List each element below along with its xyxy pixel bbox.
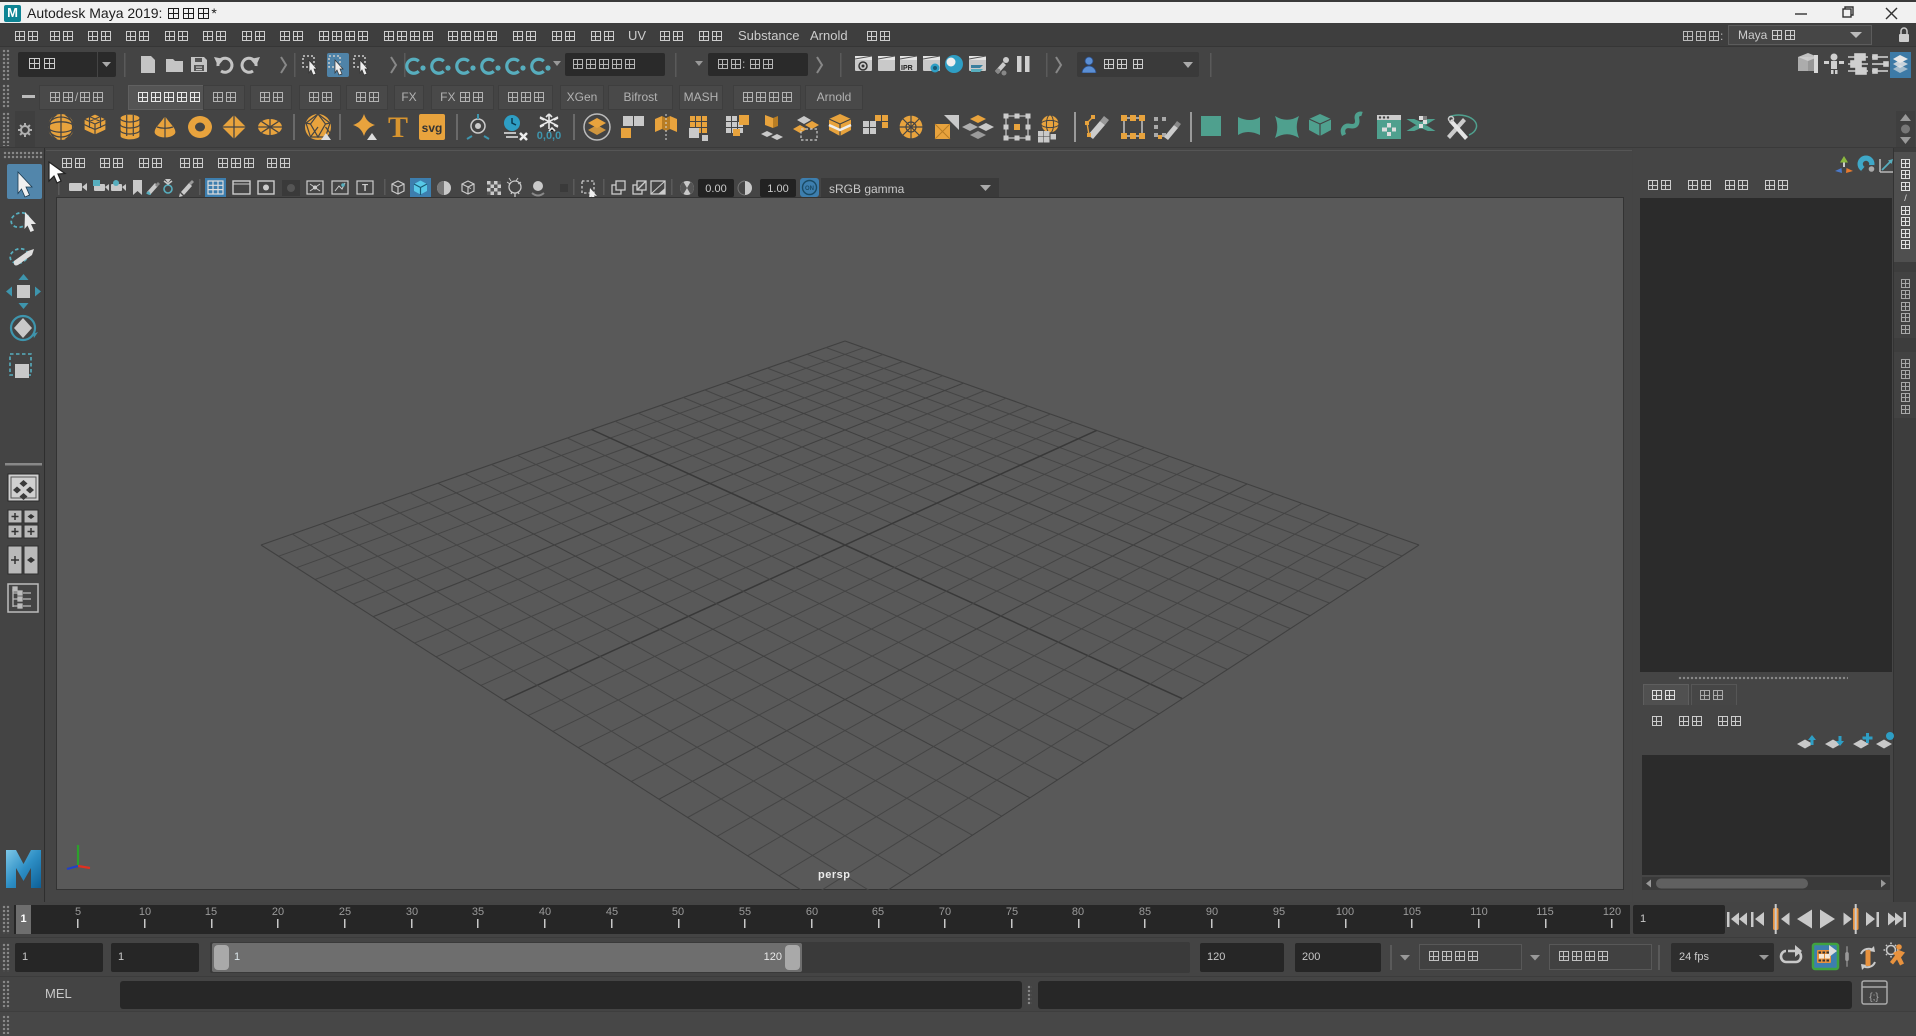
svg-text:5: 5 xyxy=(75,906,81,918)
svg-text:65: 65 xyxy=(872,906,884,918)
svg-text:50: 50 xyxy=(672,906,684,918)
svg-text:{;}: {;} xyxy=(1869,992,1879,1003)
svg-text:120: 120 xyxy=(1603,906,1621,918)
svg-text:T: T xyxy=(388,111,408,144)
svg-text:90: 90 xyxy=(1206,906,1218,918)
svg-text:95: 95 xyxy=(1273,906,1285,918)
svg-text:30: 30 xyxy=(406,906,418,918)
svg-text:70: 70 xyxy=(939,906,951,918)
svg-text:115: 115 xyxy=(1536,906,1554,918)
svg-text:40: 40 xyxy=(539,906,551,918)
svg-text:55: 55 xyxy=(739,906,751,918)
svg-text:105: 105 xyxy=(1403,906,1421,918)
svg-text:25: 25 xyxy=(339,906,351,918)
svg-text:85: 85 xyxy=(1139,906,1151,918)
svg-text:60: 60 xyxy=(806,906,818,918)
svg-text:20: 20 xyxy=(272,906,284,918)
svg-text:35: 35 xyxy=(472,906,484,918)
svg-text:0,0,0: 0,0,0 xyxy=(537,130,561,142)
svg-text:80: 80 xyxy=(1072,906,1084,918)
svg-text:15: 15 xyxy=(205,906,217,918)
svg-text:ON: ON xyxy=(805,186,814,192)
svg-text:IPR: IPR xyxy=(901,65,913,72)
svg-text:1.00: 1.00 xyxy=(767,183,788,195)
svg-text:svg: svg xyxy=(422,121,443,135)
svg-text:0.00: 0.00 xyxy=(705,183,726,195)
svg-text:10: 10 xyxy=(139,906,151,918)
svg-text:45: 45 xyxy=(606,906,618,918)
svg-text:100: 100 xyxy=(1336,906,1354,918)
svg-text:110: 110 xyxy=(1470,906,1488,918)
svg-text:sRGB gamma: sRGB gamma xyxy=(829,182,905,196)
svg-text:75: 75 xyxy=(1006,906,1018,918)
svg-text:T: T xyxy=(362,183,368,194)
